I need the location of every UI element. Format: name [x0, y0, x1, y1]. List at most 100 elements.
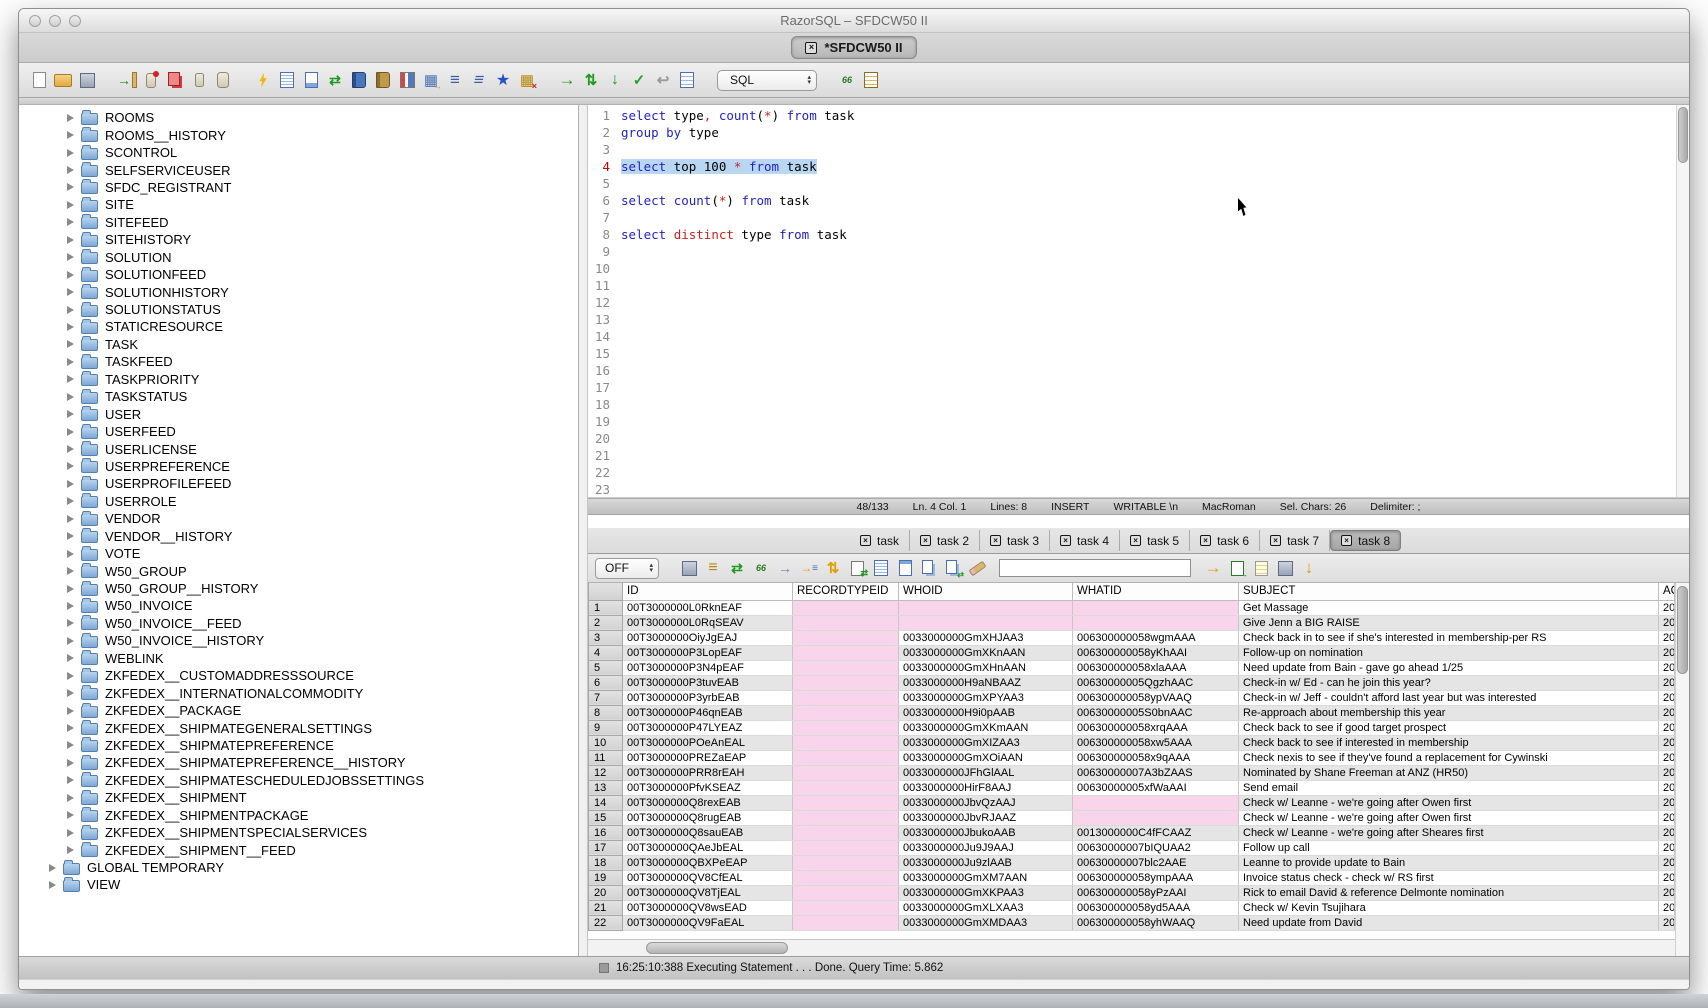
disclosure-triangle-icon[interactable] [49, 881, 56, 889]
close-tab-icon[interactable] [860, 535, 871, 546]
results-vscrollbar[interactable] [1675, 583, 1689, 956]
cell[interactable]: 0033000000GmXKPAA3 [899, 885, 1073, 900]
cell[interactable] [793, 630, 899, 645]
tree-item-solutionstatus[interactable]: SOLUTIONSTATUS [19, 301, 578, 318]
results-tab-task-2[interactable]: task 2 [910, 530, 980, 551]
report-icon[interactable] [895, 558, 915, 578]
cell[interactable]: Check w/ Leanne - we're going after Owen… [1239, 795, 1659, 810]
column-header-recordtypeid[interactable]: RECORDTYPEID [793, 583, 899, 600]
cell[interactable]: 00630000007blc2AAE [1073, 855, 1239, 870]
cell[interactable]: 200 [1659, 825, 1675, 840]
tree-item-solution[interactable]: SOLUTION [19, 249, 578, 266]
cell[interactable] [793, 795, 899, 810]
cell[interactable]: 006300000058yKhAAI [1073, 645, 1239, 660]
cell[interactable]: 200 [1659, 735, 1675, 750]
cell[interactable] [793, 870, 899, 885]
cell[interactable]: 006300000058ympAAA [1073, 870, 1239, 885]
cell[interactable] [793, 600, 899, 615]
sql-history-icon[interactable] [349, 70, 369, 90]
tree-item-w50_invoice__feed[interactable]: W50_INVOICE__FEED [19, 615, 578, 632]
cell[interactable]: 00T3000000P47LYEAZ [623, 720, 793, 735]
describe-results-icon[interactable] [871, 558, 891, 578]
cell[interactable]: 200 [1659, 660, 1675, 675]
disclosure-triangle-icon[interactable] [67, 724, 74, 732]
zoom-window-button[interactable] [69, 15, 81, 27]
close-window-button[interactable] [29, 15, 41, 27]
column-header-id[interactable]: ID [623, 583, 793, 600]
cell[interactable]: 200 [1659, 720, 1675, 735]
cell[interactable] [793, 615, 899, 630]
cell[interactable] [793, 825, 899, 840]
cell[interactable]: 200 [1659, 810, 1675, 825]
highlight-pen-icon[interactable] [967, 558, 987, 578]
tree-item-global temporary[interactable]: GLOBAL TEMPORARY [19, 859, 578, 876]
cell[interactable]: 200 [1659, 855, 1675, 870]
cell[interactable]: 0033000000Ju9zlAAB [899, 855, 1073, 870]
cell[interactable]: 200 [1659, 675, 1675, 690]
tree-item-zkfedex__package[interactable]: ZKFEDEX__PACKAGE [19, 702, 578, 719]
cell[interactable]: 0033000000JbvQzAAJ [899, 795, 1073, 810]
cell[interactable]: 00630000005xfWaAAI [1073, 780, 1239, 795]
tree-item-userlicense[interactable]: USERLICENSE [19, 440, 578, 457]
scrollbar-thumb[interactable] [646, 942, 788, 954]
connect-icon[interactable] [117, 70, 137, 90]
disclosure-triangle-icon[interactable] [67, 306, 74, 314]
statement-type-select[interactable]: SQL [717, 70, 817, 91]
query-log-icon[interactable] [677, 70, 697, 90]
results-list-icon[interactable] [861, 70, 881, 90]
cell[interactable]: 0033000000JbukoAAB [899, 825, 1073, 840]
edit-table-icon[interactable] [301, 70, 321, 90]
sql-editor[interactable]: 1234567891011121314151617181920212223 se… [588, 105, 1689, 498]
disclosure-triangle-icon[interactable] [67, 462, 74, 470]
disclosure-triangle-icon[interactable] [67, 811, 74, 819]
cell[interactable]: 200 [1659, 615, 1675, 630]
cell[interactable]: 00T3000000QV8CfEAL [623, 870, 793, 885]
cell[interactable]: 0033000000GmXHJAA3 [899, 630, 1073, 645]
tree-item-sfdc_registrant[interactable]: SFDC_REGISTRANT [19, 179, 578, 196]
cell[interactable] [793, 900, 899, 915]
cell[interactable]: Check w/ Leanne - we're going after Shea… [1239, 825, 1659, 840]
cell[interactable] [793, 810, 899, 825]
results-tab-task-8[interactable]: task 8 [1330, 530, 1401, 551]
disclosure-triangle-icon[interactable] [67, 602, 74, 610]
cell[interactable]: 0033000000JFhGlAAL [899, 765, 1073, 780]
cell[interactable]: 00T3000000Q8rugEAB [623, 810, 793, 825]
cell[interactable]: 200 [1659, 885, 1675, 900]
refresh-results-icon[interactable] [727, 558, 747, 578]
cell[interactable]: 200 [1659, 780, 1675, 795]
cell[interactable]: Check w/ Kevin Tsujihara [1239, 900, 1659, 915]
disclosure-triangle-icon[interactable] [67, 689, 74, 697]
tree-item-vendor__history[interactable]: VENDOR__HISTORY [19, 528, 578, 545]
tree-item-zkfedex__shipmatescheduledjobssettings[interactable]: ZKFEDEX__SHIPMATESCHEDULEDJOBSSETTINGS [19, 772, 578, 789]
tree-item-zkfedex__shipmentpackage[interactable]: ZKFEDEX__SHIPMENTPACKAGE [19, 807, 578, 824]
cell[interactable]: 00T3000000L0RknEAF [623, 600, 793, 615]
tree-item-vote[interactable]: VOTE [19, 545, 578, 562]
cell[interactable]: Follow-up on nomination [1239, 645, 1659, 660]
results-tab-task-5[interactable]: task 5 [1120, 530, 1190, 551]
cell[interactable]: Follow up call [1239, 840, 1659, 855]
cell[interactable]: 200 [1659, 795, 1675, 810]
disclosure-triangle-icon[interactable] [67, 149, 74, 157]
disclosure-triangle-icon[interactable] [67, 218, 74, 226]
close-document-icon[interactable] [805, 42, 817, 54]
cell[interactable]: 00T3000000P46qnEAB [623, 705, 793, 720]
cell[interactable]: 00T3000000PRR8rEAH [623, 765, 793, 780]
disclosure-triangle-icon[interactable] [67, 619, 74, 627]
export-results-icon[interactable] [1227, 558, 1247, 578]
disclosure-triangle-icon[interactable] [67, 288, 74, 296]
disclosure-triangle-icon[interactable] [67, 131, 74, 139]
disclosure-triangle-icon[interactable] [67, 585, 74, 593]
cell[interactable] [899, 600, 1073, 615]
copy-connection-icon[interactable] [165, 70, 185, 90]
tree-item-w50_group__history[interactable]: W50_GROUP__HISTORY [19, 580, 578, 597]
cell[interactable]: 0033000000JbvRJAAZ [899, 810, 1073, 825]
cell[interactable]: 006300000058xrqAAA [1073, 720, 1239, 735]
results-tab-task[interactable]: task [850, 530, 910, 551]
disclosure-triangle-icon[interactable] [67, 794, 74, 802]
close-tab-icon[interactable] [1130, 535, 1141, 546]
tree-item-w50_invoice__history[interactable]: W50_INVOICE__HISTORY [19, 632, 578, 649]
close-tab-icon[interactable] [1270, 535, 1281, 546]
cell[interactable]: Check back to see if interested in membe… [1239, 735, 1659, 750]
disclosure-triangle-icon[interactable] [67, 183, 74, 191]
disclosure-triangle-icon[interactable] [67, 654, 74, 662]
